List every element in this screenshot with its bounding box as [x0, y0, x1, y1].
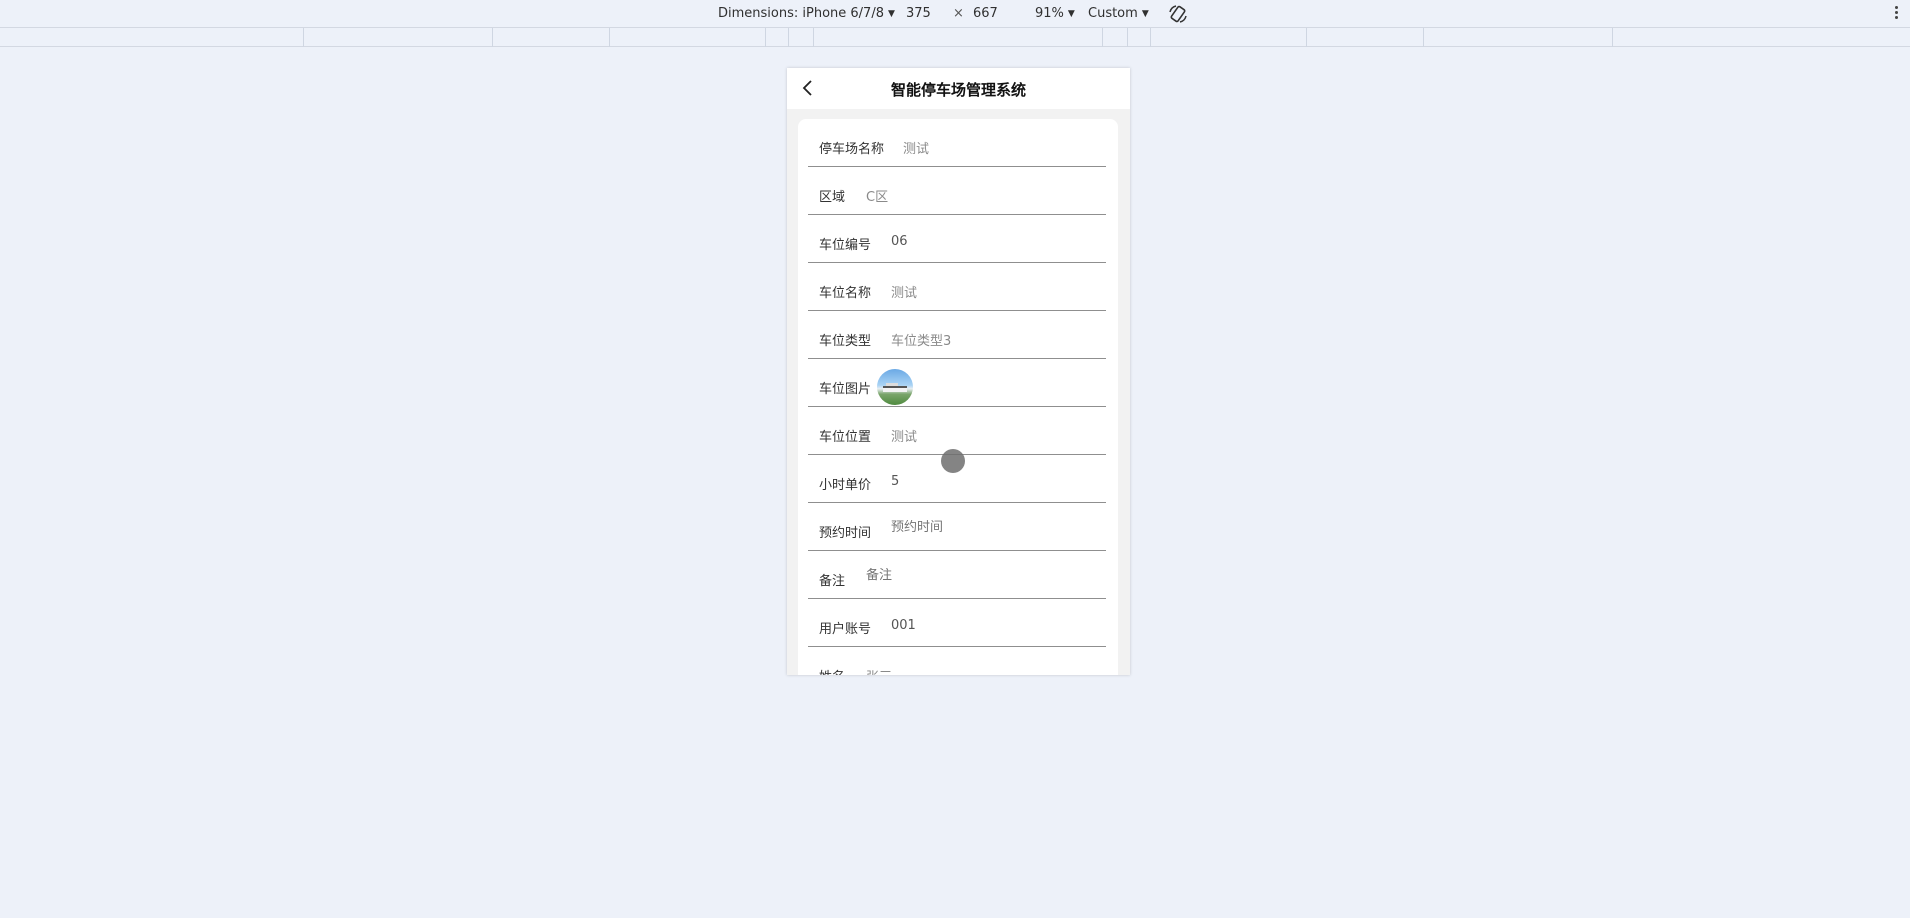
device-dimensions-label: Dimensions: iPhone 6/7/8	[718, 6, 884, 21]
device-select[interactable]: Dimensions: iPhone 6/7/8 ▼	[718, 6, 895, 21]
times-icon: ×	[953, 6, 964, 21]
form-row-user-account: 用户账号 001	[808, 599, 1106, 647]
height-input[interactable]: 667	[973, 6, 998, 21]
chevron-down-icon: ▼	[887, 9, 895, 19]
remarks-input[interactable]	[866, 568, 1056, 583]
reservation-time-input[interactable]	[891, 520, 1061, 535]
space-image-thumbnail[interactable]	[877, 369, 913, 405]
form-row-space-number: 车位编号 06	[808, 215, 1106, 263]
zoom-select[interactable]: 91% ▼	[1035, 6, 1075, 21]
form-row-space-type: 车位类型 车位类型3	[808, 311, 1106, 359]
field-label: 小时单价	[819, 478, 872, 493]
lot-name-field[interactable]: 测试	[903, 138, 929, 157]
field-label: 用户账号	[819, 622, 872, 637]
detail-form: 停车场名称 测试 区域 C区 车位编号 06 车位名称 测试 车位类型 车位类型…	[798, 119, 1118, 675]
more-options-icon[interactable]	[1893, 5, 1899, 23]
field-label: 车位图片	[819, 382, 872, 397]
field-label: 姓名	[819, 666, 845, 675]
field-label: 车位名称	[819, 286, 872, 301]
chevron-down-icon: ▼	[1067, 9, 1075, 19]
form-row-name: 姓名 张三	[808, 647, 1106, 675]
form-row-space-name: 车位名称 测试	[808, 263, 1106, 311]
field-label: 区域	[819, 190, 846, 205]
space-location-field[interactable]: 测试	[891, 426, 917, 445]
throttle-select[interactable]: Custom ▼	[1088, 6, 1149, 21]
hourly-price-field[interactable]: 5	[891, 474, 899, 489]
width-input[interactable]: 375	[906, 6, 931, 21]
field-label: 车位类型	[819, 334, 872, 349]
rotate-icon[interactable]	[1167, 3, 1189, 25]
field-label: 预约时间	[819, 526, 872, 541]
user-account-field[interactable]: 001	[891, 618, 916, 633]
field-label: 停车场名称	[819, 142, 885, 157]
chevron-down-icon: ▼	[1141, 9, 1149, 19]
area-field[interactable]: C区	[866, 186, 888, 205]
form-row-remarks: 备注	[808, 551, 1106, 599]
media-query-bar[interactable]	[0, 28, 1910, 47]
form-row-area: 区域 C区	[808, 167, 1106, 215]
touch-cursor	[941, 449, 965, 473]
form-row-reservation-time: 预约时间	[808, 503, 1106, 551]
field-label: 车位位置	[819, 430, 872, 445]
page-title: 智能停车场管理系统	[890, 81, 1026, 99]
form-row-space-location: 车位位置 测试	[808, 407, 1106, 455]
space-number-field[interactable]: 06	[891, 234, 908, 249]
field-label: 车位编号	[819, 238, 872, 253]
device-toolbar: Dimensions: iPhone 6/7/8 ▼ 375 × 667 91% ▼…	[0, 0, 1910, 28]
phone-viewport: 智能停车场管理系统 停车场名称 测试 区域 C区 车位编号 06 车位名称 测试…	[787, 68, 1130, 675]
throttle-label: Custom	[1088, 6, 1138, 21]
space-type-field[interactable]: 车位类型3	[891, 330, 951, 349]
field-label: 备注	[819, 574, 846, 589]
name-field[interactable]: 张三	[866, 666, 892, 675]
space-name-field[interactable]: 测试	[891, 282, 917, 301]
form-row-space-image: 车位图片	[808, 359, 1106, 407]
nav-bar: 智能停车场管理系统	[787, 68, 1130, 109]
form-row-lot-name: 停车场名称 测试	[808, 119, 1106, 167]
zoom-label: 91%	[1035, 6, 1064, 21]
